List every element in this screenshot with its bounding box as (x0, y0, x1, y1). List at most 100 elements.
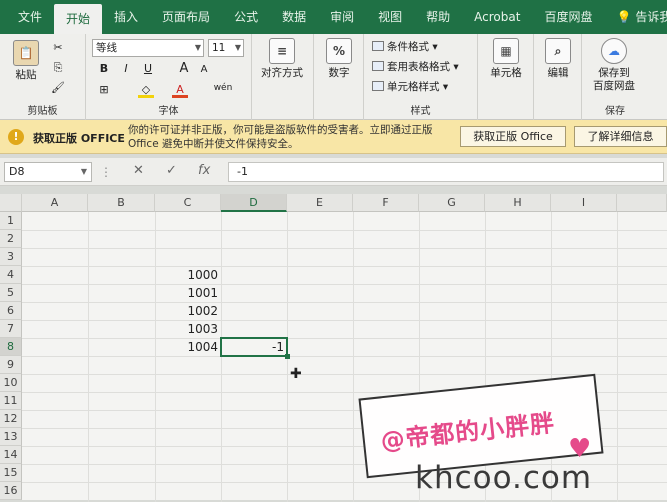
column-header[interactable]: B (88, 194, 155, 212)
bold-button[interactable]: B (96, 61, 112, 77)
row-header[interactable]: 3 (0, 248, 22, 266)
message-text: 你的许可证并非正版，你可能是盗版软件的受害者。立即通过正版 Office 避免中… (128, 124, 433, 150)
column-header[interactable]: H (485, 194, 551, 212)
gridline (22, 338, 667, 339)
increase-font-button[interactable]: A (176, 61, 192, 77)
gridline (88, 212, 89, 502)
underline-button[interactable]: U (140, 61, 156, 77)
lightbulb-icon: 💡 (616, 10, 632, 24)
gridline (353, 212, 354, 502)
row-header[interactable]: 11 (0, 392, 22, 410)
row-header[interactable]: 9 (0, 356, 22, 374)
insert-function-icon[interactable]: fx (198, 163, 210, 178)
learn-more-button[interactable]: 了解详细信息 (574, 126, 667, 147)
column-header[interactable]: C (155, 194, 221, 212)
italic-button[interactable]: I (118, 61, 134, 77)
row-header[interactable]: 10 (0, 374, 22, 392)
get-genuine-office-button[interactable]: 获取正版 Office (460, 126, 566, 147)
column-header[interactable]: I (551, 194, 617, 212)
row-header[interactable]: 13 (0, 428, 22, 446)
conditional-format-button[interactable]: 条件格式 ▾ (372, 39, 438, 54)
save-to-baidu-button[interactable]: ☁ 保存到 百度网盘 (586, 38, 642, 93)
format-painter-icon[interactable]: 🖌 (50, 80, 66, 96)
gridline (22, 284, 667, 285)
copy-icon[interactable]: ⎘ (50, 60, 66, 76)
tab-help[interactable]: 帮助 (414, 0, 462, 34)
confirm-icon[interactable]: ✓ (166, 163, 177, 178)
active-cell-border (220, 337, 288, 357)
cell-styles-button[interactable]: 单元格样式 ▾ (372, 79, 448, 94)
row-header[interactable]: 4 (0, 266, 22, 284)
site-watermark: khcoo.com (415, 460, 593, 496)
formula-input[interactable]: -1 (228, 162, 664, 182)
paste-button[interactable]: 📋 粘贴 (4, 40, 48, 82)
alignment-button[interactable]: ≡ 对齐方式 (260, 38, 304, 80)
decrease-font-button[interactable]: A (196, 62, 212, 78)
borders-icon[interactable]: ⊞ (96, 82, 112, 98)
format-as-table-button[interactable]: 套用表格格式 ▾ (372, 59, 459, 74)
warning-icon: ! (8, 129, 24, 145)
tab-baidu-netdisk[interactable]: 百度网盘 (532, 0, 604, 34)
cells-label: 单元格 (490, 67, 522, 79)
tab-acrobat[interactable]: Acrobat (462, 0, 532, 34)
column-header[interactable] (617, 194, 667, 212)
tab-review[interactable]: 审阅 (318, 0, 366, 34)
font-color-button[interactable]: A (172, 82, 188, 98)
cells-button[interactable]: ▦ 单元格 (484, 38, 528, 80)
row-header[interactable]: 16 (0, 482, 22, 500)
name-box[interactable]: D8 ▼ (4, 162, 92, 182)
column-header[interactable]: A (22, 194, 88, 212)
cell-c6[interactable]: 1002 (155, 302, 221, 320)
tab-data[interactable]: 数据 (270, 0, 318, 34)
cell-cursor-icon: ✚ (290, 366, 302, 382)
row-header[interactable]: 12 (0, 410, 22, 428)
gridline (221, 212, 222, 502)
select-all-corner[interactable] (0, 194, 22, 212)
cell-c4[interactable]: 1000 (155, 266, 221, 284)
cloud-icon: ☁ (601, 38, 627, 64)
number-button[interactable]: % 数字 (317, 38, 361, 80)
conditional-format-label: 条件格式 (387, 41, 429, 53)
tell-me-search[interactable]: 💡 告诉我 (604, 0, 667, 34)
tab-insert[interactable]: 插入 (102, 0, 150, 34)
column-header[interactable]: F (353, 194, 419, 212)
tab-page-layout[interactable]: 页面布局 (150, 0, 222, 34)
column-header[interactable]: E (287, 194, 353, 212)
cell-c7[interactable]: 1003 (155, 320, 221, 338)
phonetic-icon[interactable]: wén (210, 80, 236, 96)
tab-view[interactable]: 视图 (366, 0, 414, 34)
gridline (22, 230, 667, 231)
cell-c8[interactable]: 1004 (155, 338, 221, 356)
row-header[interactable]: 7 (0, 320, 22, 338)
message-title: 获取正版 OFFICE (33, 132, 125, 145)
editing-button[interactable]: ⌕ 编辑 (536, 38, 580, 80)
more-options-icon[interactable]: ⋮ (100, 165, 112, 179)
column-header[interactable]: G (419, 194, 485, 212)
baidu-netdisk-label: 百度网盘 (593, 80, 635, 92)
save-to-label: 保存到 (598, 67, 630, 79)
cut-icon[interactable]: ✂ (50, 40, 66, 56)
tab-file[interactable]: 文件 (6, 0, 54, 34)
row-header[interactable]: 14 (0, 446, 22, 464)
row-header-selected[interactable]: 8 (0, 338, 22, 356)
fill-color-icon[interactable]: ◇ (138, 82, 154, 98)
row-header[interactable]: 5 (0, 284, 22, 302)
fill-handle[interactable] (285, 354, 290, 359)
styles-group: 条件格式 ▾ 套用表格格式 ▾ 单元格样式 ▾ 样式 (364, 34, 478, 120)
cell-c5[interactable]: 1001 (155, 284, 221, 302)
search-icon: ⌕ (545, 38, 571, 64)
tell-me-label: 告诉我 (635, 10, 667, 24)
font-size-select[interactable]: 11 ▼ (208, 39, 244, 57)
save-group-label: 保存 (605, 106, 625, 117)
gridline (22, 266, 667, 267)
tab-home[interactable]: 开始 (54, 4, 103, 34)
row-header[interactable]: 15 (0, 464, 22, 482)
row-header[interactable]: 6 (0, 302, 22, 320)
column-header-selected[interactable]: D (221, 194, 287, 212)
row-header[interactable]: 2 (0, 230, 22, 248)
ribbon: 📋 粘贴 ✂ ⎘ 🖌 剪贴板 等线 ▼ 11 ▼ B I U A A ⊞ ◇ A w… (0, 34, 667, 120)
row-header[interactable]: 1 (0, 212, 22, 230)
tab-formulas[interactable]: 公式 (222, 0, 270, 34)
font-name-select[interactable]: 等线 ▼ (92, 39, 204, 57)
cancel-icon[interactable]: ✕ (133, 163, 144, 178)
